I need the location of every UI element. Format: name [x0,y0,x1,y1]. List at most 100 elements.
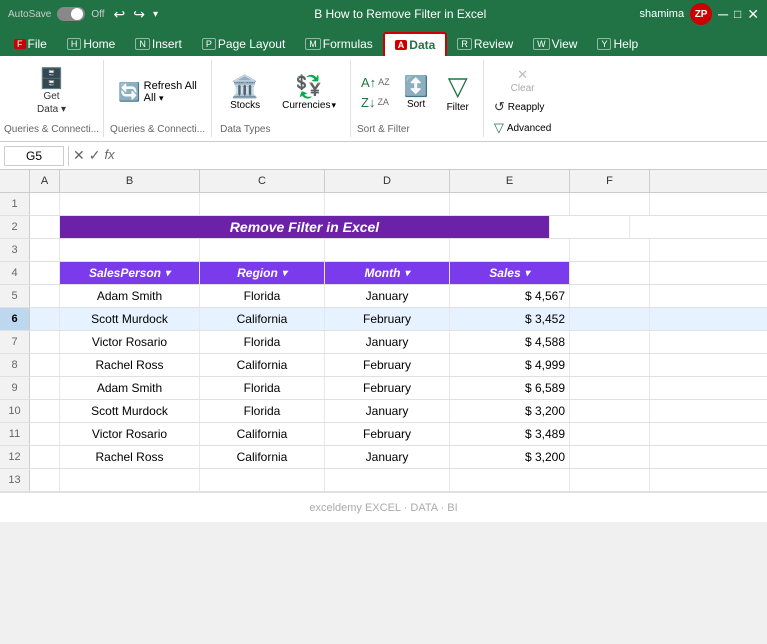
cell-a4[interactable] [30,262,60,284]
cell-d13[interactable] [325,469,450,491]
cell-f6[interactable] [570,308,650,330]
confirm-formula-icon[interactable]: ✓ [89,147,101,164]
cell-a7[interactable] [30,331,60,353]
cell-c8[interactable]: California [200,354,325,376]
cell-c12[interactable]: California [200,446,325,468]
cell-c11[interactable]: California [200,423,325,445]
currencies-button[interactable]: 💱 Currencies ▾ [276,72,342,113]
cell-b8[interactable]: Rachel Ross [60,354,200,376]
cell-d8[interactable]: February [325,354,450,376]
cell-a6[interactable] [30,308,60,330]
cell-c7[interactable]: Florida [200,331,325,353]
cell-c3[interactable] [200,239,325,261]
cell-f11[interactable] [570,423,650,445]
cell-b11[interactable]: Victor Rosario [60,423,200,445]
sort-za-button[interactable]: Z↓ ZA [357,94,394,111]
cell-b9[interactable]: Adam Smith [60,377,200,399]
cell-c5[interactable]: Florida [200,285,325,307]
cell-c6[interactable]: California [200,308,325,330]
tab-view[interactable]: W View [523,32,587,56]
cell-reference[interactable] [4,146,64,166]
filter-button[interactable]: ▽ Filter [439,69,477,115]
cell-e6[interactable]: $ 3,452 [450,308,570,330]
cell-e5[interactable]: $ 4,567 [450,285,570,307]
cell-a12[interactable] [30,446,60,468]
salesperson-dropdown-icon[interactable]: ▾ [165,268,170,279]
window-close[interactable]: ✕ [747,6,759,23]
cell-e7[interactable]: $ 4,588 [450,331,570,353]
tab-formulas[interactable]: M Formulas [295,32,383,56]
cell-d5[interactable]: January [325,285,450,307]
stocks-button[interactable]: 🏛️ Stocks [220,72,270,113]
cell-b3[interactable] [60,239,200,261]
region-dropdown-icon[interactable]: ▾ [282,268,287,279]
undo-button[interactable]: ↩ [111,5,129,24]
cell-f4[interactable] [570,262,650,284]
cell-c13[interactable] [200,469,325,491]
cell-e3[interactable] [450,239,570,261]
cell-d7[interactable]: January [325,331,450,353]
cell-f12[interactable] [570,446,650,468]
get-data-button[interactable]: 🗄️ Get Data ▾ [31,67,72,117]
cell-c10[interactable]: Florida [200,400,325,422]
window-maximize[interactable]: □ [734,7,741,21]
cell-f10[interactable] [570,400,650,422]
cell-f13[interactable] [570,469,650,491]
cancel-formula-icon[interactable]: ✕ [73,147,85,164]
redo-button[interactable]: ↪ [130,5,148,24]
sort-button[interactable]: ↕️ Sort [398,72,435,112]
cell-d10[interactable]: January [325,400,450,422]
cell-f1[interactable] [570,193,650,215]
insert-function-icon[interactable]: fx [104,147,114,164]
cell-d3[interactable] [325,239,450,261]
avatar[interactable]: ZP [690,3,712,25]
header-sales[interactable]: Sales ▾ [450,262,570,284]
cell-f3[interactable] [570,239,650,261]
cell-b13[interactable] [60,469,200,491]
cell-c1[interactable] [200,193,325,215]
quick-access-button[interactable]: ▾ [150,5,161,24]
tab-review[interactable]: R Review [447,32,523,56]
cell-e1[interactable] [450,193,570,215]
cell-b12[interactable]: Rachel Ross [60,446,200,468]
tab-help[interactable]: Y Help [587,32,648,56]
cell-a8[interactable] [30,354,60,376]
cell-d12[interactable]: January [325,446,450,468]
cell-f2[interactable] [550,216,630,238]
cell-e8[interactable]: $ 4,999 [450,354,570,376]
cell-b6[interactable]: Scott Murdock [60,308,200,330]
cell-b5[interactable]: Adam Smith [60,285,200,307]
cell-a2[interactable] [30,216,60,238]
cell-a13[interactable] [30,469,60,491]
tab-page-layout[interactable]: P Page Layout [192,32,295,56]
tab-data[interactable]: A Data [383,32,448,56]
cell-f8[interactable] [570,354,650,376]
cell-f5[interactable] [570,285,650,307]
reapply-button[interactable]: ↺ Reapply [490,98,555,116]
formula-input[interactable] [119,147,763,165]
sort-az-button[interactable]: A↑ AZ [357,74,394,91]
header-salesperson[interactable]: SalesPerson ▾ [60,262,200,284]
cell-b10[interactable]: Scott Murdock [60,400,200,422]
cell-a3[interactable] [30,239,60,261]
cell-d1[interactable] [325,193,450,215]
cell-f7[interactable] [570,331,650,353]
cell-e12[interactable]: $ 3,200 [450,446,570,468]
cell-e9[interactable]: $ 6,589 [450,377,570,399]
cell-title[interactable]: Remove Filter in Excel [60,216,550,238]
cell-b1[interactable] [60,193,200,215]
header-region[interactable]: Region ▾ [200,262,325,284]
cell-b7[interactable]: Victor Rosario [60,331,200,353]
cell-e10[interactable]: $ 3,200 [450,400,570,422]
tab-home[interactable]: H Home [57,32,126,56]
tab-insert[interactable]: N Insert [125,32,192,56]
month-dropdown-icon[interactable]: ▾ [404,268,409,279]
cell-f9[interactable] [570,377,650,399]
refresh-all-button[interactable]: 🔄 Refresh All All ▾ [114,79,201,105]
cell-a5[interactable] [30,285,60,307]
cell-d11[interactable]: February [325,423,450,445]
cell-c9[interactable]: Florida [200,377,325,399]
tab-file[interactable]: F File [4,32,57,56]
cell-e13[interactable] [450,469,570,491]
cell-a11[interactable] [30,423,60,445]
